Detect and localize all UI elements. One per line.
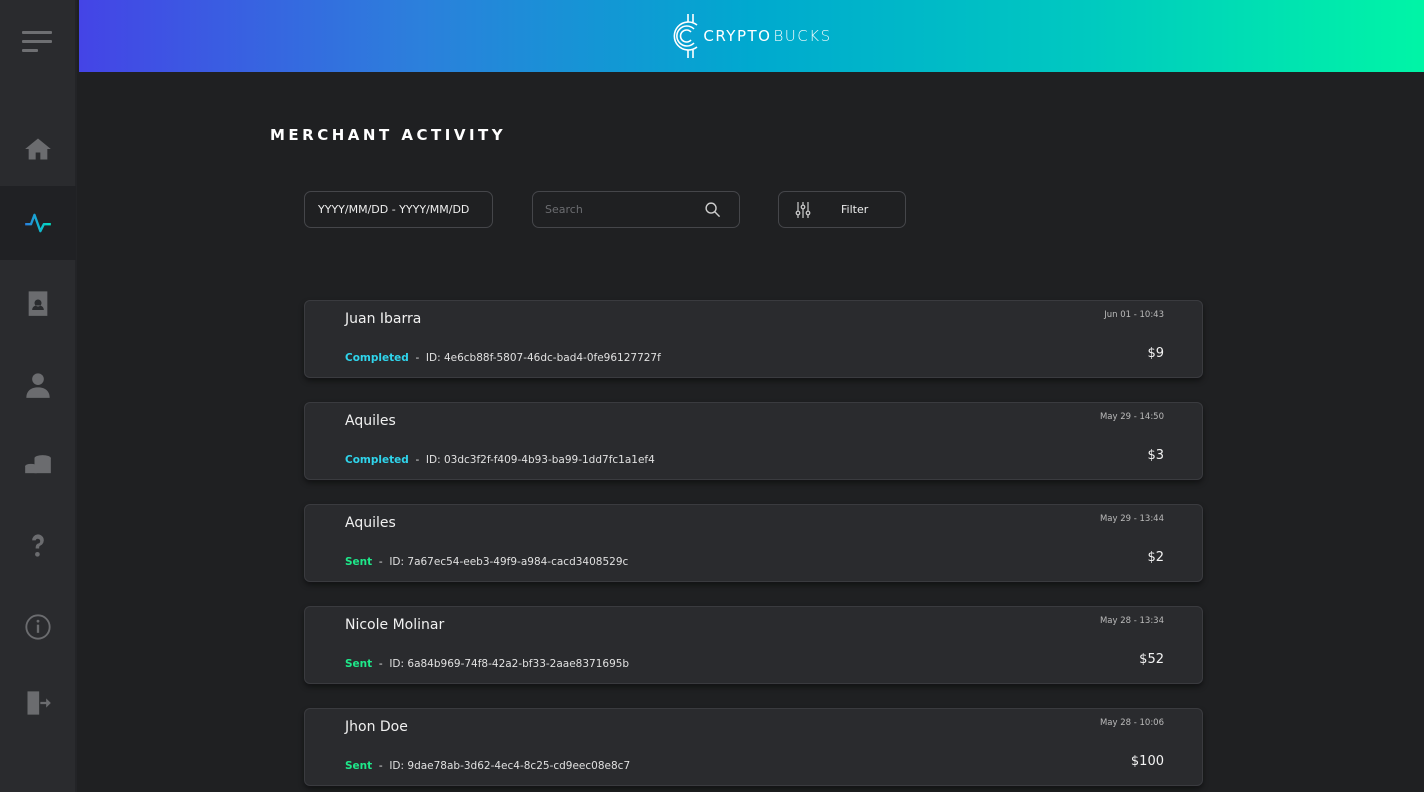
sidebar-item-logout[interactable]: [0, 666, 76, 740]
transaction-card[interactable]: Nicole Molinar Sent - ID: 6a84b969-74f8-…: [304, 606, 1203, 684]
info-icon: [25, 614, 51, 640]
sidebar-item-info[interactable]: [0, 590, 76, 664]
sliders-icon: [795, 201, 811, 218]
transaction-details: Sent - ID: 9dae78ab-3d62-4ec4-8c25-cd9ee…: [345, 760, 630, 772]
filter-button[interactable]: Filter: [778, 191, 906, 228]
contacts-icon: [28, 291, 48, 316]
transaction-id: ID: 4e6cb88f-5807-46dc-bad4-0fe96127727f: [425, 352, 661, 364]
merchant-name: Jhon Doe: [345, 719, 408, 735]
transaction-card[interactable]: Aquiles Completed - ID: 03dc3f2f-f409-4b…: [304, 402, 1203, 480]
date-range-input[interactable]: YYYY/MM/DD - YYYY/MM/DD: [304, 191, 493, 228]
transaction-id: ID: 6a84b969-74f8-42a2-bf33-2aae8371695b: [389, 658, 630, 670]
sidebar-item-coins[interactable]: [0, 428, 76, 502]
user-icon: [26, 373, 50, 398]
sidebar: [0, 0, 77, 792]
transaction-date: May 29 - 13:44: [1099, 514, 1164, 524]
activity-icon: [25, 213, 51, 233]
coins-icon: [25, 455, 51, 474]
transaction-card[interactable]: Juan Ibarra Completed - ID: 4e6cb88f-580…: [304, 300, 1203, 378]
transaction-details: Completed - ID: 03dc3f2f-f409-4b93-ba99-…: [345, 454, 655, 466]
status-badge: Completed: [345, 352, 409, 364]
transaction-amount: $3: [1147, 448, 1164, 463]
status-badge: Sent: [345, 760, 373, 772]
header: CRYPTO BUCKS: [79, 0, 1424, 72]
transaction-amount: $100: [1130, 754, 1164, 769]
transaction-id: ID: 7a67ec54-eeb3-49f9-a984-cacd3408529c: [389, 556, 629, 568]
status-badge: Sent: [345, 658, 373, 670]
date-range-value: YYYY/MM/DD - YYYY/MM/DD: [318, 203, 470, 216]
logo: CRYPTO BUCKS: [671, 11, 831, 61]
sidebar-item-help[interactable]: [0, 508, 76, 582]
transaction-date: May 28 - 10:06: [1099, 718, 1164, 728]
transaction-id: ID: 03dc3f2f-f409-4b93-ba99-1dd7fc1a1ef4: [425, 454, 655, 466]
transaction-card[interactable]: Aquiles Sent - ID: 7a67ec54-eeb3-49f9-a9…: [304, 504, 1203, 582]
home-icon: [25, 138, 51, 160]
transaction-details: Completed - ID: 4e6cb88f-5807-46dc-bad4-…: [345, 352, 661, 364]
search-icon[interactable]: [704, 201, 721, 218]
transaction-details: Sent - ID: 6a84b969-74f8-42a2-bf33-2aae8…: [345, 658, 629, 670]
search-input[interactable]: [545, 203, 685, 216]
transaction-date: Jun 01 - 10:43: [1104, 310, 1164, 320]
help-icon: [32, 534, 44, 557]
status-badge: Sent: [345, 556, 373, 568]
transaction-amount: $52: [1139, 652, 1164, 667]
transaction-amount: $9: [1147, 346, 1164, 361]
merchant-name: Aquiles: [345, 413, 396, 429]
transaction-card[interactable]: Jhon Doe Sent - ID: 9dae78ab-3d62-4ec4-8…: [304, 708, 1203, 786]
transaction-id: ID: 9dae78ab-3d62-4ec4-8c25-cd9eec08e8c7: [389, 760, 631, 772]
logo-text-crypto: CRYPTO: [703, 27, 772, 45]
logo-text-bucks: BUCKS: [773, 27, 832, 45]
search-box: [532, 191, 740, 228]
logout-icon: [27, 691, 51, 715]
separator: -: [372, 556, 390, 568]
sidebar-item-profile[interactable]: [0, 348, 76, 422]
menu-icon[interactable]: [22, 31, 52, 58]
page-title: MERCHANT ACTIVITY: [270, 126, 507, 144]
merchant-name: Nicole Molinar: [345, 617, 445, 633]
separator: -: [372, 760, 390, 772]
merchant-name: Juan Ibarra: [345, 311, 422, 327]
transaction-date: May 28 - 13:34: [1099, 616, 1164, 626]
sidebar-item-home[interactable]: [0, 112, 76, 186]
separator: -: [372, 658, 390, 670]
filter-label: Filter: [841, 203, 869, 216]
status-badge: Completed: [345, 454, 409, 466]
sidebar-item-activity[interactable]: [0, 186, 76, 260]
separator: -: [408, 352, 426, 364]
merchant-name: Aquiles: [345, 515, 396, 531]
logo-icon: [673, 14, 698, 58]
separator: -: [408, 454, 426, 466]
sidebar-item-contacts[interactable]: [0, 266, 76, 340]
transaction-details: Sent - ID: 7a67ec54-eeb3-49f9-a984-cacd3…: [345, 556, 628, 568]
transaction-date: May 29 - 14:50: [1099, 412, 1164, 422]
transaction-amount: $2: [1147, 550, 1164, 565]
